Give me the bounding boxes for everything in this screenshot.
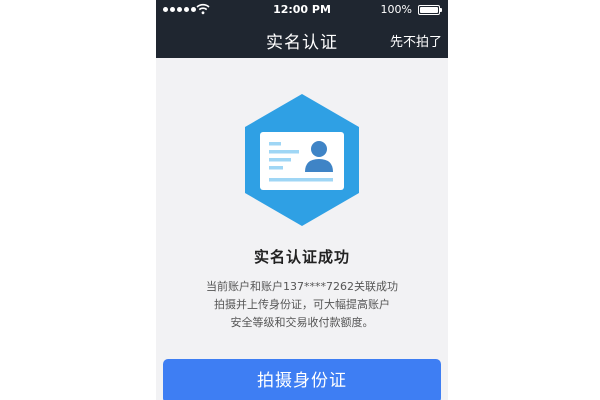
status-bar: 12:00 PM 100% — [156, 0, 448, 20]
success-description: 当前账户和账户137****7262关联成功 拍摄并上传身份证，可大幅提高账户 … — [156, 278, 448, 332]
description-line: 拍摄并上传身份证，可大幅提高账户 — [214, 298, 390, 311]
battery-icon — [418, 5, 442, 15]
skip-button[interactable]: 先不拍了 — [390, 31, 442, 50]
battery-percentage: 100% — [380, 3, 412, 16]
description-line: 安全等级和交易收付款额度。 — [230, 316, 374, 329]
navigation-bar: 实名认证 先不拍了 — [156, 20, 448, 58]
id-card-hexagon-icon — [245, 94, 359, 226]
phone-screen: 12:00 PM 100% 实名认证 先不拍了 实名认证成功 当前账户和账户13… — [156, 0, 448, 400]
description-line: 当前账户和账户137****7262关联成功 — [206, 280, 398, 293]
take-id-photo-button[interactable]: 拍摄身份证 — [163, 359, 441, 400]
success-title: 实名认证成功 — [253, 248, 350, 266]
